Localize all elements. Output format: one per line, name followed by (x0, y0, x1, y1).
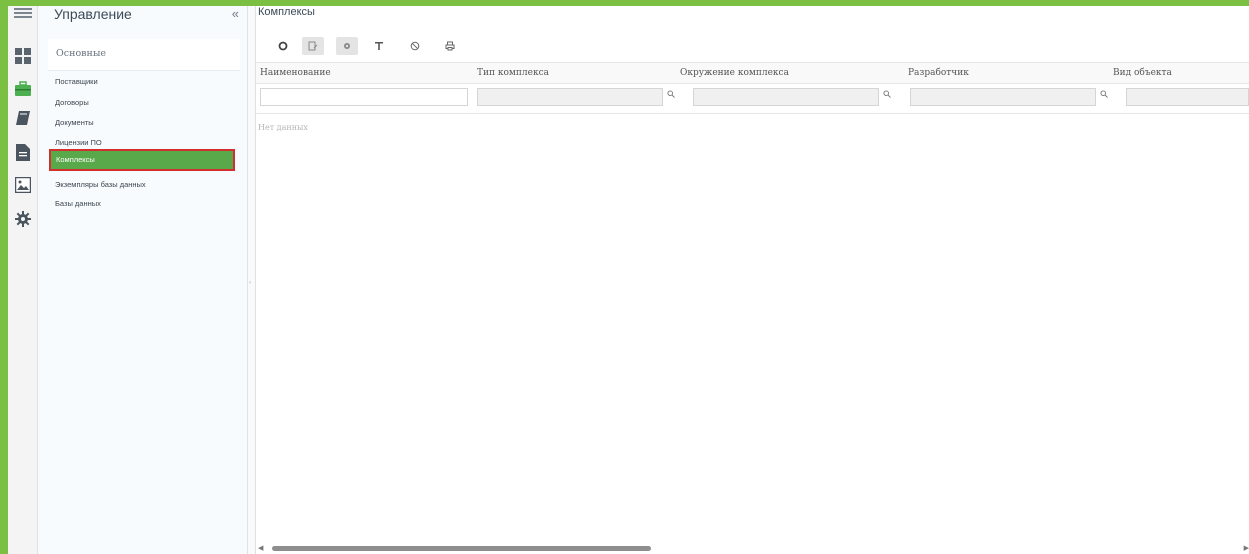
scroll-left-icon[interactable]: ◀ (258, 544, 263, 552)
sidebar-item-databases[interactable]: Базы данных (49, 193, 235, 213)
search-icon[interactable] (883, 90, 895, 104)
page-title: Комплексы (258, 6, 315, 18)
filter-input-complex-type[interactable] (477, 88, 663, 106)
filter-row (256, 84, 1249, 114)
search-icon[interactable] (1100, 90, 1112, 104)
image-icon[interactable] (13, 175, 33, 195)
clear-filter-button[interactable] (404, 37, 426, 55)
column-header-environment[interactable]: Окружение комплекса (680, 68, 789, 78)
grid-header: Наименование Тип комплекса Окружение ком… (256, 62, 1249, 84)
briefcase-icon[interactable] (13, 79, 33, 99)
document-icon[interactable] (13, 142, 33, 162)
app-window: Управление « Основные Поставщики Договор… (0, 0, 1249, 554)
horizontal-scrollbar[interactable]: ◀ ▶ (256, 544, 1249, 554)
clear-filter-icon (410, 41, 420, 51)
menu-icon[interactable] (13, 3, 33, 23)
add-icon (278, 41, 288, 51)
filter-input-object-type[interactable] (1126, 88, 1249, 106)
empty-state-text: Нет данных (258, 123, 308, 132)
sidebar: Управление « Основные Поставщики Договор… (38, 6, 248, 554)
sidebar-item-contracts[interactable]: Договоры (49, 92, 235, 112)
scroll-right-icon[interactable]: ▶ (1244, 544, 1249, 552)
sidebar-item-suppliers[interactable]: Поставщики (49, 71, 235, 91)
edit-button[interactable] (302, 37, 324, 55)
filter-icon (375, 42, 383, 50)
column-header-object-type[interactable]: Вид объекта (1113, 68, 1172, 78)
settings-button[interactable] (336, 37, 358, 55)
print-icon (445, 41, 455, 51)
dashboard-icon[interactable] (13, 46, 33, 66)
gear-icon[interactable] (13, 209, 33, 229)
sidebar-section-label: Основные (56, 48, 107, 59)
icon-bar (8, 6, 38, 554)
left-accent-bar (0, 0, 8, 554)
scrollbar-thumb[interactable] (272, 546, 651, 551)
main-panel: Комплексы Наименование Тип комплекса Окр… (256, 6, 1249, 554)
filter-input-environment[interactable] (693, 88, 879, 106)
column-header-developer[interactable]: Разработчик (908, 68, 969, 78)
print-button[interactable] (439, 37, 461, 55)
sidebar-title: Управление (54, 6, 132, 22)
filter-button[interactable] (368, 37, 390, 55)
add-button[interactable] (272, 37, 294, 55)
filter-input-developer[interactable] (910, 88, 1096, 106)
sidebar-section-header[interactable]: Основные (48, 39, 240, 71)
splitter-handle-icon: ‹ (249, 280, 251, 286)
column-header-name[interactable]: Наименование (260, 68, 331, 78)
filter-input-name[interactable] (260, 88, 468, 106)
sidebar-item-complexes[interactable]: Комплексы (49, 149, 235, 171)
edit-icon (308, 41, 318, 51)
collapse-sidebar-button[interactable]: « (232, 6, 239, 21)
book-icon[interactable] (13, 108, 33, 128)
sidebar-item-db-instances[interactable]: Экземпляры базы данных (49, 174, 235, 194)
grid-toolbar (258, 36, 1249, 60)
column-header-complex-type[interactable]: Тип комплекса (477, 68, 549, 78)
sidebar-item-documents[interactable]: Документы (49, 112, 235, 132)
settings-icon (344, 43, 350, 49)
panel-splitter[interactable]: ‹ (248, 6, 256, 554)
search-icon[interactable] (667, 90, 679, 104)
